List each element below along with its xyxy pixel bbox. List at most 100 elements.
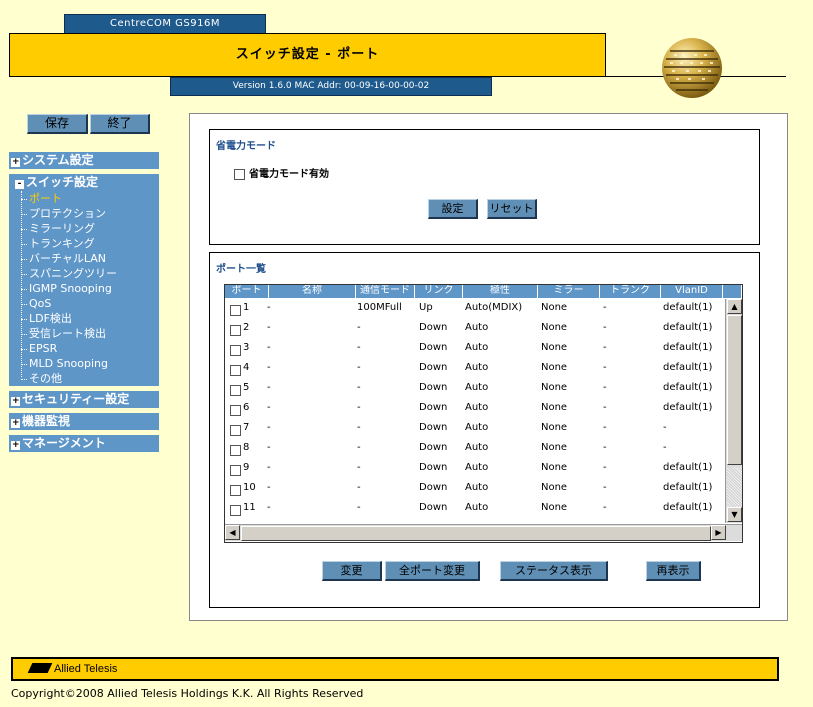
port-select-checkbox[interactable] xyxy=(230,345,241,356)
table-cell: - xyxy=(357,502,361,513)
column-header-polarity: 極性 xyxy=(463,285,538,298)
port-select-checkbox[interactable] xyxy=(230,445,241,456)
port-select-checkbox[interactable] xyxy=(230,365,241,376)
table-cell: Auto xyxy=(465,342,489,353)
table-cell: - xyxy=(267,302,271,313)
table-cell: - xyxy=(267,382,271,393)
port-select-checkbox[interactable] xyxy=(230,385,241,396)
expand-icon: + xyxy=(11,440,20,450)
table-row: 7 - - Down Auto None - - xyxy=(225,419,725,439)
nav-item-epsr[interactable]: EPSR xyxy=(21,341,159,356)
nav-item-port[interactable]: ポート xyxy=(21,191,159,206)
table-cell: - xyxy=(663,442,667,453)
table-row: 6 - - Down Auto None - default(1) xyxy=(225,399,725,419)
quit-button[interactable]: 終了 xyxy=(90,114,150,134)
table-cell: - xyxy=(603,302,607,313)
nav-item-other[interactable]: その他 xyxy=(21,371,159,386)
save-button[interactable]: 保存 xyxy=(27,114,88,134)
table-cell: - xyxy=(603,442,607,453)
table-cell: 3 xyxy=(243,342,250,353)
footer-bar: Allied Telesis xyxy=(11,657,779,681)
table-cell: - xyxy=(603,362,607,373)
expand-icon: + xyxy=(11,157,20,167)
port-table-header: ポート 名称 通信モード リンク 極性 ミラー トランク VlanID xyxy=(225,285,741,298)
table-cell: - xyxy=(267,422,271,433)
scroll-down-icon[interactable]: ▼ xyxy=(727,507,742,522)
vertical-scroll-track[interactable] xyxy=(727,467,742,507)
table-cell: 8 xyxy=(243,442,250,453)
table-cell: Auto xyxy=(465,362,489,373)
scroll-up-icon[interactable]: ▲ xyxy=(727,299,742,314)
table-cell: 100MFull xyxy=(357,302,402,313)
nav-management[interactable]: + マネージメント xyxy=(9,435,159,452)
port-select-checkbox[interactable] xyxy=(230,305,241,316)
table-cell: - xyxy=(267,362,271,373)
eco-set-button[interactable]: 設定 xyxy=(428,199,478,219)
nav-item-vlan[interactable]: バーチャルLAN xyxy=(21,251,159,266)
nav-item-trunking[interactable]: トランキング xyxy=(21,236,159,251)
port-select-checkbox[interactable] xyxy=(230,485,241,496)
table-cell: None xyxy=(541,342,568,353)
refresh-button[interactable]: 再表示 xyxy=(646,561,701,581)
nav-system-settings[interactable]: + システム設定 xyxy=(9,152,159,169)
table-cell: default(1) xyxy=(663,382,713,393)
nav-item-mirroring[interactable]: ミラーリング xyxy=(21,221,159,236)
nav-item-ldf[interactable]: LDF検出 xyxy=(21,311,159,326)
table-cell: default(1) xyxy=(663,302,713,313)
main-panel: 省電力モード 省電力モード有効 設定 リセット ポート一覧 ポート 名称 通信モ… xyxy=(189,113,788,621)
table-cell: 1 xyxy=(243,302,250,313)
table-cell: 2 xyxy=(243,322,250,333)
nav-item-igmp-snooping[interactable]: IGMP Snooping xyxy=(21,281,159,296)
status-display-button[interactable]: ステータス表示 xyxy=(500,561,608,581)
port-select-checkbox[interactable] xyxy=(230,405,241,416)
change-all-ports-button[interactable]: 全ポート変更 xyxy=(385,561,480,581)
table-cell: - xyxy=(267,442,271,453)
table-cell: - xyxy=(603,402,607,413)
table-cell: default(1) xyxy=(663,482,713,493)
nav-security-settings[interactable]: + セキュリティー設定 xyxy=(9,391,159,408)
scroll-right-icon[interactable]: ▶ xyxy=(711,525,726,540)
horizontal-scrollbar[interactable]: ◀ ▶ xyxy=(225,524,742,541)
table-cell: - xyxy=(267,342,271,353)
eco-mode-checkbox-label: 省電力モード有効 xyxy=(249,169,329,180)
table-cell: Down xyxy=(419,502,448,513)
table-cell: Down xyxy=(419,422,448,433)
nav-item-rx-rate[interactable]: 受信レート検出 xyxy=(21,326,159,341)
scroll-left-icon[interactable]: ◀ xyxy=(225,525,240,540)
nav-item-mld-snooping[interactable]: MLD Snooping xyxy=(21,356,159,371)
table-cell: - xyxy=(357,322,361,333)
column-header-port: ポート xyxy=(225,285,269,298)
nav-device-monitor[interactable]: + 機器監視 xyxy=(9,413,159,430)
table-cell: None xyxy=(541,422,568,433)
nav-item-spanning-tree[interactable]: スパニングツリー xyxy=(21,266,159,281)
port-select-checkbox[interactable] xyxy=(230,465,241,476)
table-cell: default(1) xyxy=(663,502,713,513)
table-cell: - xyxy=(357,422,361,433)
table-cell: - xyxy=(663,422,667,433)
table-row: 10- - Down Auto None - default(1) xyxy=(225,479,725,499)
table-cell: None xyxy=(541,382,568,393)
table-cell: default(1) xyxy=(663,342,713,353)
nav-switch-settings[interactable]: - スイッチ設定 xyxy=(9,174,159,191)
eco-reset-button[interactable]: リセット xyxy=(487,199,537,219)
port-list-section: ポート一覧 ポート 名称 通信モード リンク 極性 ミラー トランク VlanI… xyxy=(209,252,760,608)
horizontal-scroll-thumb[interactable] xyxy=(241,526,711,541)
table-cell: 9 xyxy=(243,462,250,473)
nav-item-qos[interactable]: QoS xyxy=(21,296,159,311)
globe-logo-icon xyxy=(662,38,722,98)
table-cell: None xyxy=(541,462,568,473)
change-button[interactable]: 変更 xyxy=(322,561,382,581)
vertical-scroll-thumb[interactable] xyxy=(727,315,742,465)
port-select-checkbox[interactable] xyxy=(230,425,241,436)
port-select-checkbox[interactable] xyxy=(230,325,241,336)
table-cell: - xyxy=(357,382,361,393)
table-cell: None xyxy=(541,302,568,313)
table-cell: - xyxy=(357,482,361,493)
port-select-checkbox[interactable] xyxy=(230,505,241,516)
collapse-icon: - xyxy=(15,180,24,189)
eco-mode-checkbox[interactable] xyxy=(234,168,245,180)
vertical-scrollbar[interactable]: ▲ ▼ xyxy=(725,299,742,523)
table-cell: Auto xyxy=(465,382,489,393)
table-row: 11- - Down Auto None - default(1) xyxy=(225,499,725,519)
nav-item-protection[interactable]: プロテクション xyxy=(21,206,159,221)
